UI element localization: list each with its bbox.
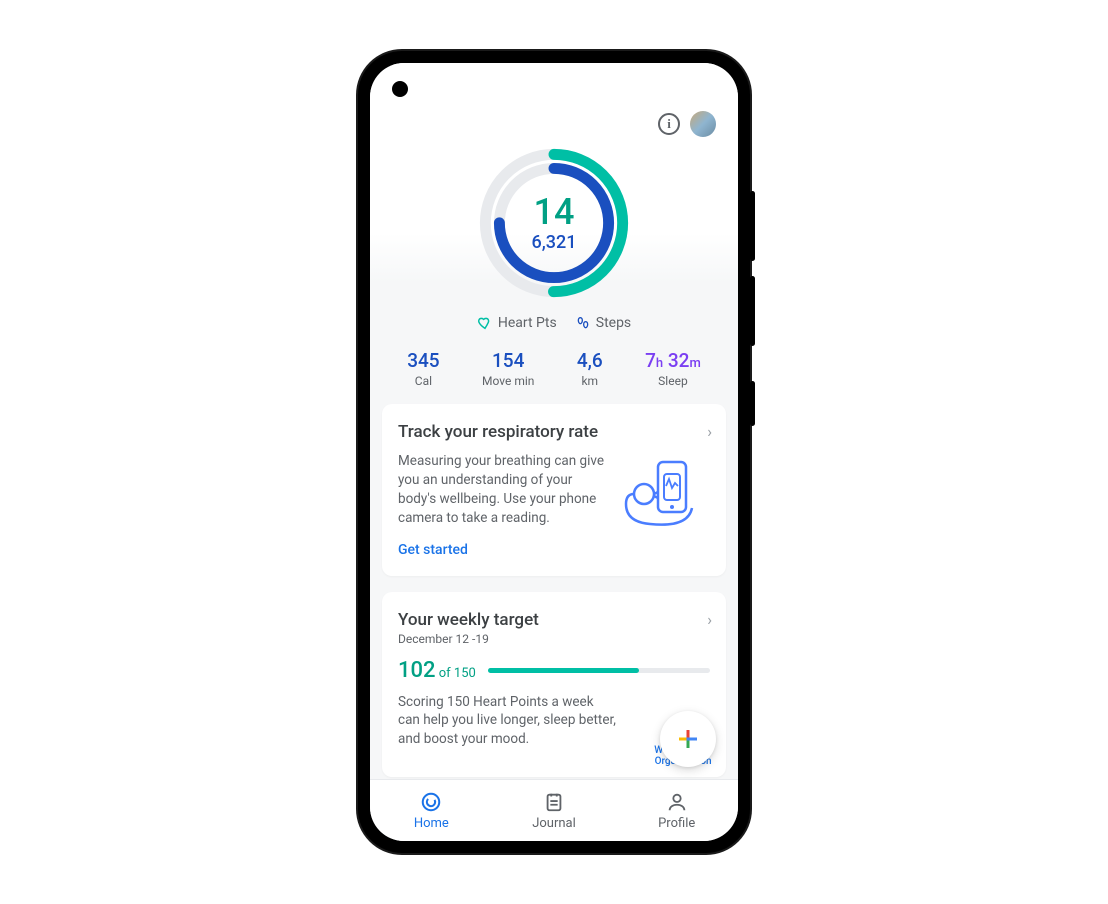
fab-add-button[interactable] (660, 711, 716, 767)
stat-cal-value: 345 (407, 349, 439, 372)
journal-icon (543, 791, 565, 813)
activity-ring[interactable]: 14 6,321 (476, 145, 632, 301)
stat-sleep-label: Sleep (645, 374, 701, 388)
metric-legend: Heart Pts Steps (382, 315, 726, 331)
phone-frame: i 14 6,321 (358, 51, 750, 853)
legend-steps-label: Steps (596, 315, 631, 331)
avatar[interactable] (690, 111, 716, 137)
nav-profile-label: Profile (658, 816, 695, 831)
heart-points-value: 14 (534, 194, 575, 230)
stat-calories[interactable]: 345 Cal (407, 349, 439, 388)
power-button (750, 381, 755, 426)
stat-km-label: km (577, 374, 603, 388)
legend-heart-label: Heart Pts (498, 315, 557, 331)
card-target-text: Scoring 150 Heart Points a week can help… (398, 693, 618, 750)
nav-home-label: Home (414, 816, 449, 831)
card-respiratory[interactable]: Track your respiratory rate › Measuring … (382, 404, 726, 576)
steps-value: 6,321 (532, 232, 577, 253)
volume-up-button (750, 191, 755, 261)
stats-row: 345 Cal 154 Move min 4,6 km 7h 32m (382, 349, 726, 388)
legend-heart-pts[interactable]: Heart Pts (477, 315, 557, 331)
heart-icon (477, 315, 493, 331)
stat-km-value: 4,6 (577, 349, 603, 372)
nav-journal[interactable]: Journal (493, 780, 616, 841)
respiratory-illustration (620, 452, 710, 532)
nav-profile[interactable]: Profile (615, 780, 738, 841)
bottom-navbar: Home Journal Profile (370, 779, 738, 841)
home-icon (420, 791, 442, 813)
stat-km[interactable]: 4,6 km (577, 349, 603, 388)
stat-move-value: 154 (482, 349, 534, 372)
nav-journal-label: Journal (532, 816, 576, 831)
chevron-right-icon: › (707, 610, 712, 629)
stat-move-min[interactable]: 154 Move min (482, 349, 534, 388)
stat-move-label: Move min (482, 374, 534, 388)
info-icon[interactable]: i (658, 113, 680, 135)
card-respiratory-text: Measuring your breathing can give you an… (398, 452, 610, 528)
topbar: i (382, 63, 726, 141)
nav-home[interactable]: Home (370, 780, 493, 841)
steps-icon (575, 315, 591, 331)
profile-icon (666, 791, 688, 813)
scroll-area[interactable]: i 14 6,321 (370, 63, 738, 779)
card-respiratory-title: Track your respiratory rate (398, 422, 710, 442)
target-score: 102 of 150 (398, 658, 476, 683)
volume-down-button (750, 276, 755, 346)
screen: i 14 6,321 (370, 63, 738, 841)
camera-hole (392, 81, 408, 97)
stat-sleep[interactable]: 7h 32m Sleep (645, 349, 701, 388)
target-progress-bar (488, 668, 710, 673)
chevron-right-icon: › (707, 422, 712, 441)
plus-icon (676, 727, 700, 751)
get-started-link[interactable]: Get started (398, 542, 468, 558)
card-target-title: Your weekly target (398, 610, 710, 630)
legend-steps[interactable]: Steps (575, 315, 631, 331)
stat-cal-label: Cal (407, 374, 439, 388)
stat-sleep-value: 7h 32m (645, 349, 701, 372)
card-target-subtitle: December 12 -19 (398, 632, 710, 646)
